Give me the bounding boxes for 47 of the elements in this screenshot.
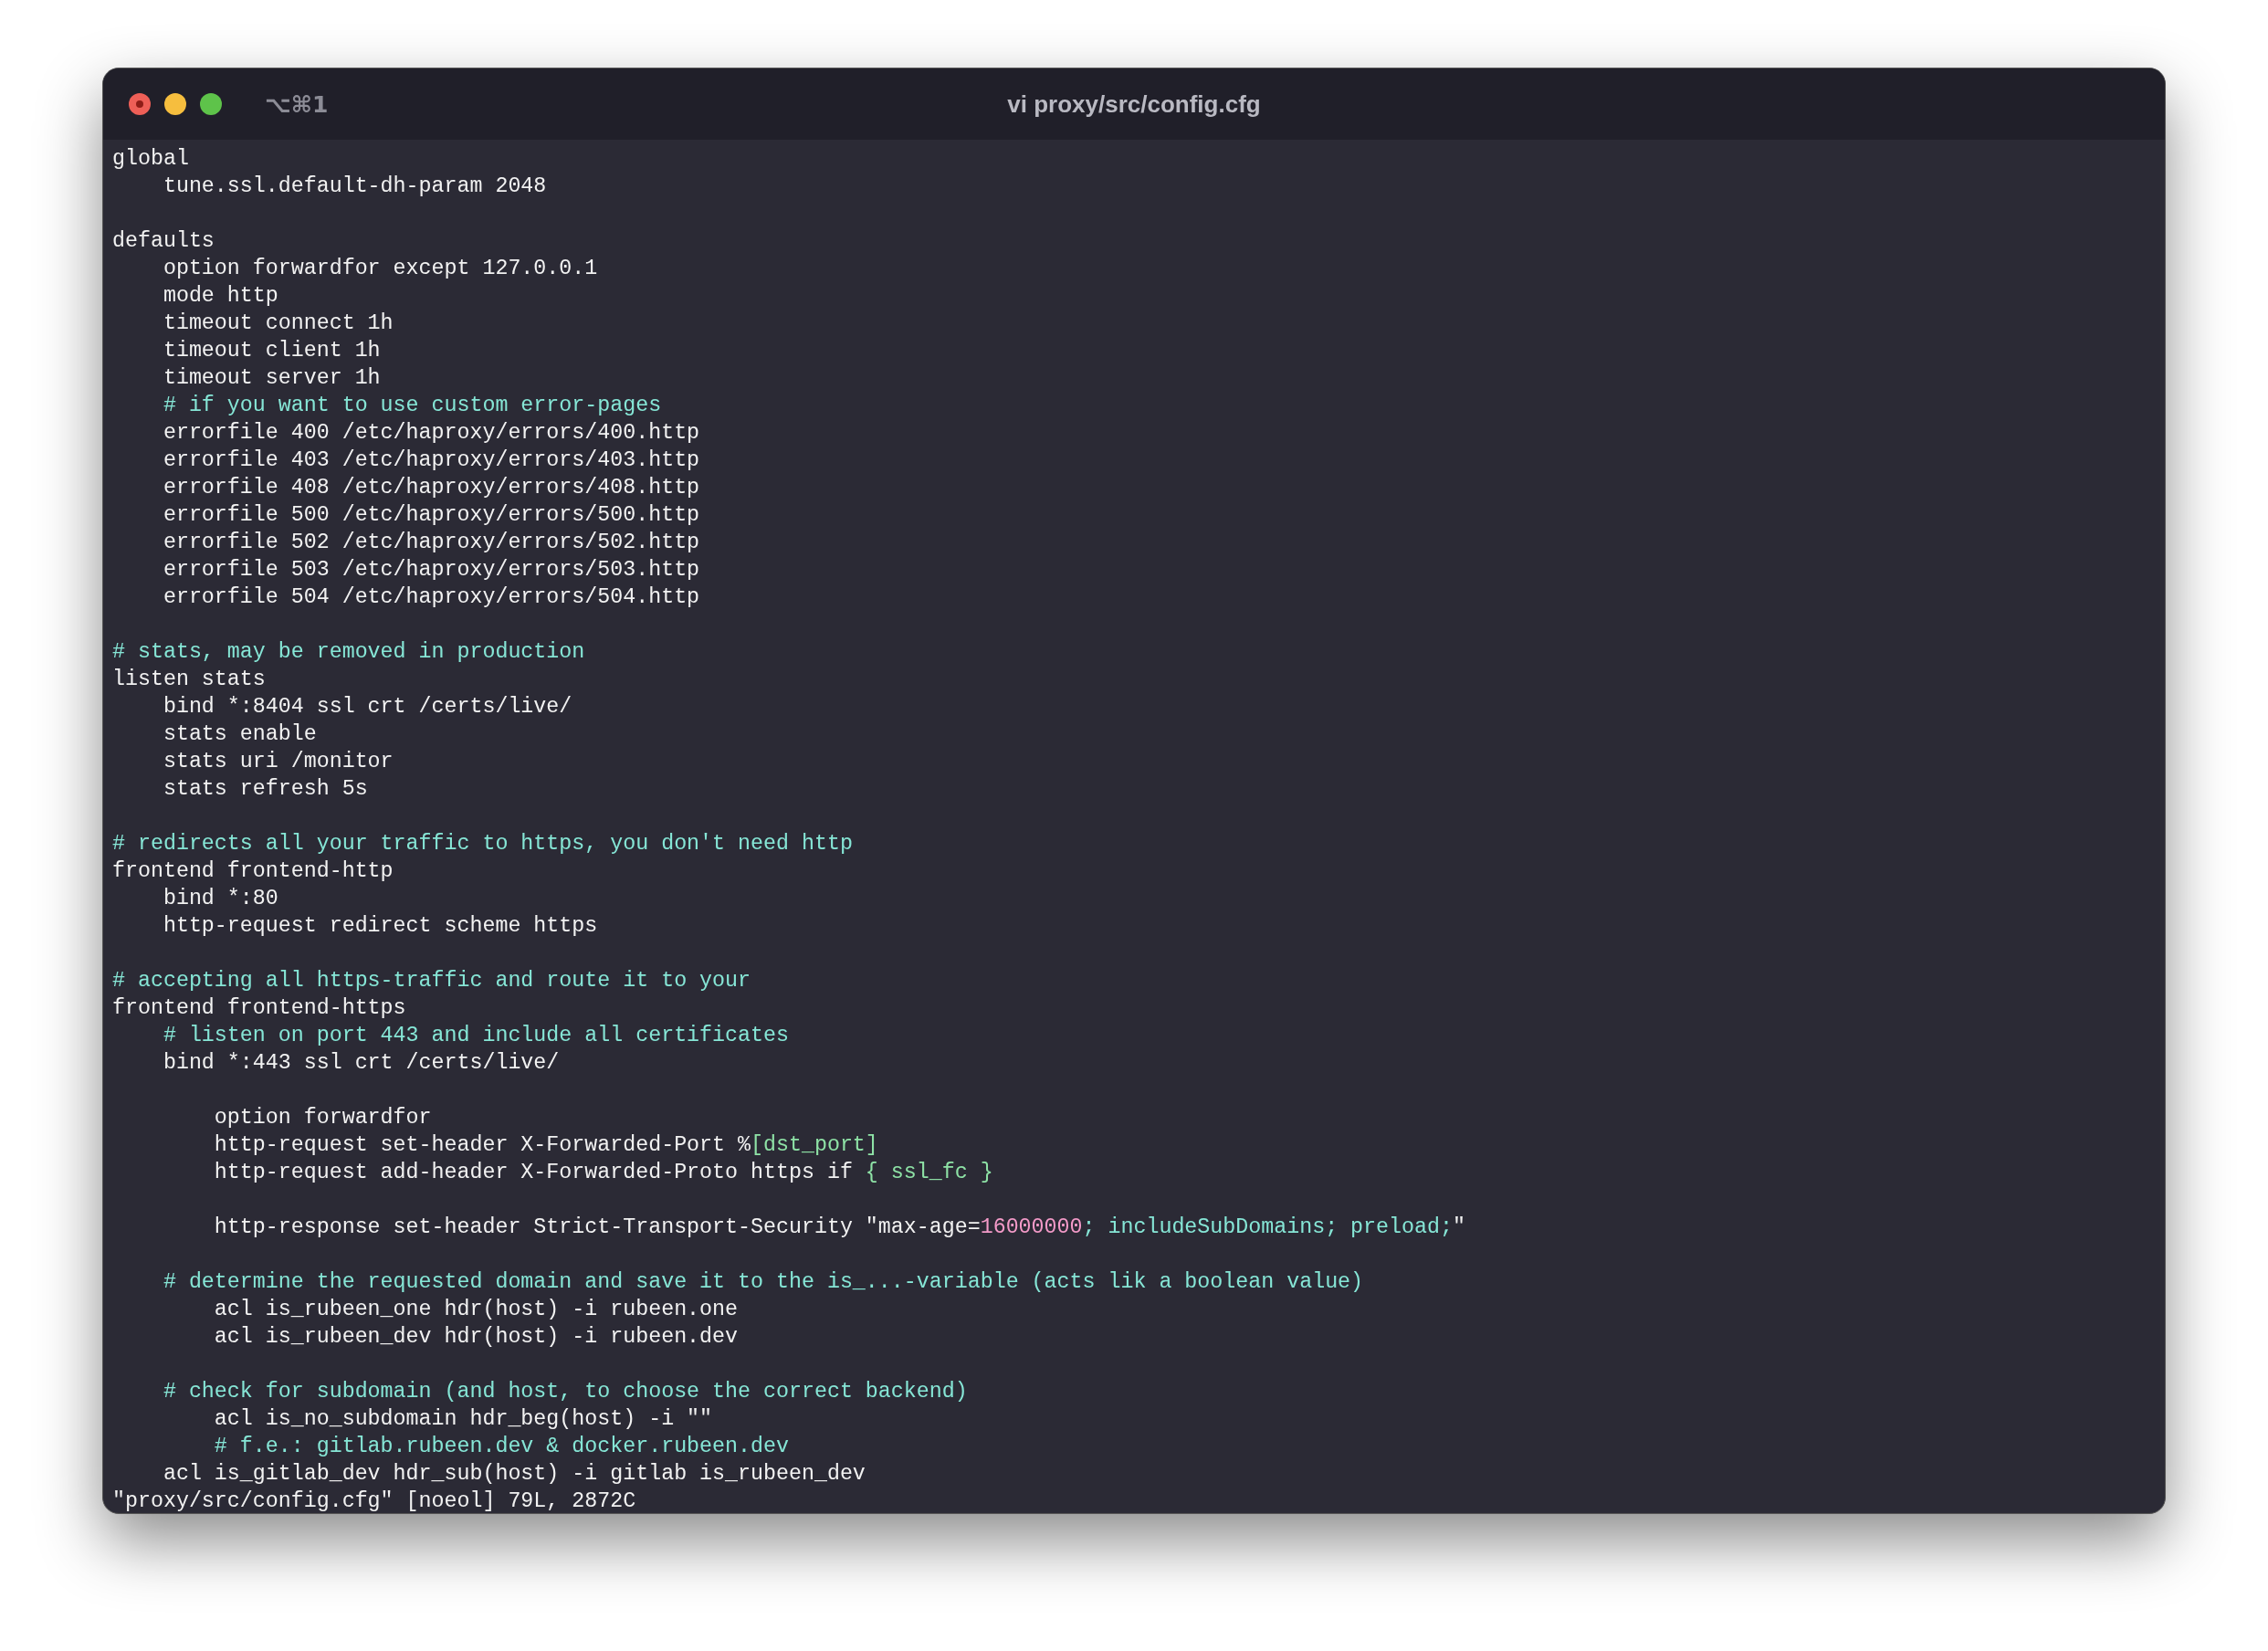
code-line: errorfile 502 /etc/haproxy/errors/502.http xyxy=(162,530,700,556)
code-line: acl is_gitlab_dev hdr_sub(host) -i gitlab is_rubeen_dev xyxy=(162,1461,866,1488)
code-line: bind *:443 ssl crt /certs/live/ xyxy=(162,1050,560,1077)
code-line: acl is_no_subdomain hdr_beg(host) -i "" xyxy=(213,1406,713,1433)
code-line: timeout connect 1h xyxy=(162,310,394,337)
code-line: frontend frontend-https xyxy=(112,995,406,1022)
code-line: # stats, may be removed in production xyxy=(112,639,585,666)
code-line: acl is_rubeen_dev hdr(host) -i rubeen.dev xyxy=(213,1324,739,1351)
zoom-button[interactable] xyxy=(200,93,222,115)
code-line: frontend frontend-http xyxy=(112,858,394,885)
code-line: mode http xyxy=(162,283,278,310)
code-line: bind *:80 xyxy=(162,886,278,912)
code-line: stats enable xyxy=(162,721,317,748)
tab-shortcut: ⌥⌘1 xyxy=(265,90,329,118)
code-line: option forwardfor except 127.0.0.1 xyxy=(162,256,598,282)
code-line: # f.e.: gitlab.rubeen.dev & docker.rubeen.dev xyxy=(213,1434,789,1460)
code-line: errorfile 503 /etc/haproxy/errors/503.http xyxy=(162,557,700,584)
code-line: # check for subdomain (and host, to choose the correct backend) xyxy=(162,1379,968,1405)
code-line: # redirects all your traffic to https, you don't need http xyxy=(112,831,853,857)
code-line: option forwardfor xyxy=(213,1105,432,1131)
code-line: errorfile 403 /etc/haproxy/errors/403.http xyxy=(162,447,700,474)
code-line: stats uri /monitor xyxy=(162,749,394,775)
minimize-button[interactable] xyxy=(164,93,186,115)
code-line: acl is_rubeen_one hdr(host) -i rubeen.one xyxy=(213,1297,739,1323)
code-line: errorfile 408 /etc/haproxy/errors/408.http xyxy=(162,475,700,501)
code-line: bind *:8404 ssl crt /certs/live/ xyxy=(162,694,572,720)
code-line: timeout server 1h xyxy=(162,365,381,392)
code-line: http-request redirect scheme https xyxy=(162,913,598,940)
code-line: global xyxy=(112,146,189,173)
code-line: http-request add-header X-Forwarded-Proto https if { ssl_fc } xyxy=(213,1160,993,1186)
code-line: http-request set-header X-Forwarded-Port %[dst_port] xyxy=(213,1132,878,1159)
code-line: # listen on port 443 and include all certificates xyxy=(162,1023,789,1049)
code-line: stats refresh 5s xyxy=(162,776,368,803)
code-line: # accepting all https-traffic and route it to your xyxy=(112,968,751,994)
code-line: # if you want to use custom error-pages xyxy=(162,393,662,419)
code-line: errorfile 500 /etc/haproxy/errors/500.http xyxy=(162,502,700,529)
code-line: timeout client 1h xyxy=(162,338,381,364)
code-line: http-response set-header Strict-Transport-Security "max-age=16000000; includeSubDomains; preload;" xyxy=(213,1215,1465,1241)
status-message: "proxy/src/config.cfg" [noeol] 79L, 2872C xyxy=(112,1488,636,1513)
code-line: defaults xyxy=(112,228,215,255)
code-line: errorfile 504 /etc/haproxy/errors/504.http xyxy=(162,584,700,611)
code-line: # determine the requested domain and save it to the is_...-variable (acts lik a boolean value) xyxy=(162,1269,1364,1296)
code-line: listen stats xyxy=(112,667,266,693)
code-line: tune.ssl.default-dh-param 2048 xyxy=(162,174,547,200)
code-line: errorfile 400 /etc/haproxy/errors/400.http xyxy=(162,420,700,447)
close-button[interactable] xyxy=(129,93,151,115)
window-title: vi proxy/src/config.cfg xyxy=(1007,89,1261,119)
